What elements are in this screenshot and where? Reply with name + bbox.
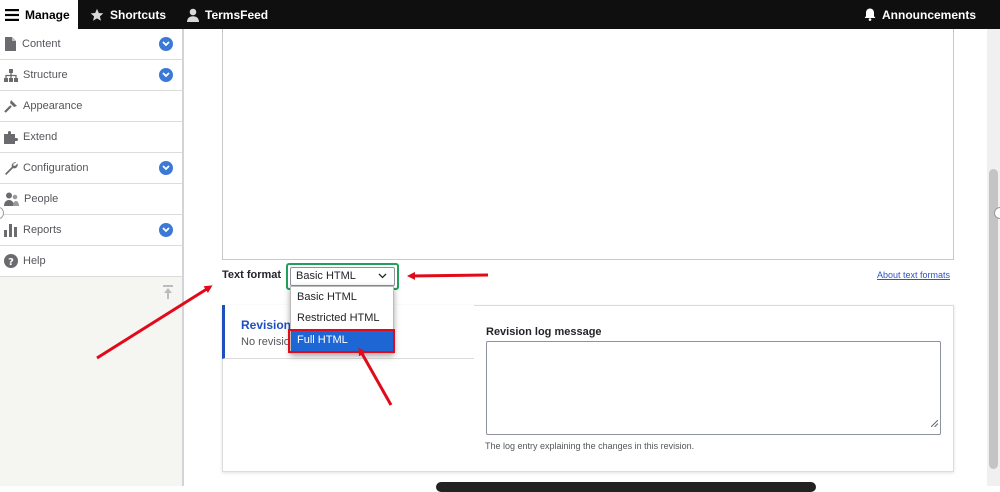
bottom-action-bar	[436, 482, 816, 492]
arrow-to-select	[407, 271, 489, 280]
admin-sidebar: Content Structure Appearance Extend Conf…	[0, 29, 184, 486]
admin-toolbar: Manage Shortcuts TermsFeed Announcements	[0, 0, 1000, 29]
content-icon	[5, 37, 16, 51]
revision-subtitle: No revisio	[241, 336, 290, 348]
sidebar-item-reports[interactable]: Reports	[0, 215, 182, 246]
sidebar-item-label: Structure	[23, 69, 68, 81]
sidebar-item-help[interactable]: ? Help	[0, 246, 182, 277]
resize-handle-icon[interactable]	[930, 414, 939, 432]
sidebar-item-label: Extend	[23, 131, 58, 143]
sidebar-item-appearance[interactable]: Appearance	[0, 91, 182, 122]
chevron-down-icon[interactable]	[159, 223, 173, 237]
sidebar-item-people[interactable]: People	[0, 184, 182, 215]
shortcuts-tab[interactable]: Shortcuts	[90, 0, 166, 29]
option-basic-html[interactable]: Basic HTML	[291, 287, 393, 308]
user-icon	[187, 8, 199, 22]
manage-label: Manage	[25, 7, 70, 22]
sidebar-item-label: Reports	[23, 224, 62, 236]
star-icon	[90, 8, 104, 21]
sidebar-item-label: Appearance	[23, 100, 83, 112]
svg-text:?: ?	[8, 257, 14, 268]
sidebar-item-extend[interactable]: Extend	[0, 122, 182, 153]
chevron-down-icon	[378, 270, 387, 282]
highlight-box	[288, 329, 395, 353]
appearance-icon	[4, 100, 17, 113]
wrench-icon	[5, 162, 18, 175]
revision-log-help: The log entry explaining the changes in …	[485, 441, 695, 451]
sidebar-item-structure[interactable]: Structure	[0, 60, 182, 91]
option-restricted-html[interactable]: Restricted HTML	[291, 308, 393, 329]
revision-log-label: Revision log message	[486, 326, 602, 338]
scrollbar[interactable]	[987, 29, 1000, 486]
user-tab[interactable]: TermsFeed	[187, 0, 268, 29]
structure-icon	[4, 68, 18, 82]
about-text-formats-link[interactable]: About text formats	[877, 270, 950, 280]
right-edge-handle	[994, 207, 1000, 219]
chevron-down-icon[interactable]	[159, 161, 173, 175]
revision-title: Revision	[241, 318, 292, 332]
revision-log-textarea[interactable]	[486, 341, 941, 435]
sidebar-item-label: Content	[22, 38, 61, 50]
text-format-label: Text format	[222, 269, 282, 281]
help-icon: ?	[4, 254, 18, 268]
sidebar-item-label: People	[24, 193, 59, 205]
chevron-down-icon[interactable]	[159, 68, 173, 82]
announcements-label: Announcements	[882, 7, 977, 22]
sidebar-item-content[interactable]: Content	[0, 29, 182, 60]
manage-tab[interactable]: Manage	[0, 0, 78, 29]
extend-icon	[4, 130, 18, 144]
sidebar-item-label: Help	[23, 255, 46, 267]
hamburger-icon	[5, 8, 19, 21]
text-format-select[interactable]: Basic HTML	[290, 267, 395, 286]
user-label: TermsFeed	[205, 7, 269, 22]
bell-icon	[864, 8, 876, 21]
people-icon	[4, 192, 19, 206]
shortcuts-label: Shortcuts	[110, 7, 167, 22]
sidebar-item-configuration[interactable]: Configuration	[0, 153, 182, 184]
pin-sidebar-icon[interactable]	[163, 285, 173, 304]
text-format-selected: Basic HTML	[296, 270, 356, 282]
chevron-down-icon[interactable]	[159, 37, 173, 51]
reports-icon	[4, 224, 17, 237]
announcements-tab[interactable]: Announcements	[864, 0, 976, 29]
body-editor[interactable]	[222, 29, 954, 260]
sidebar-item-label: Configuration	[23, 162, 89, 174]
